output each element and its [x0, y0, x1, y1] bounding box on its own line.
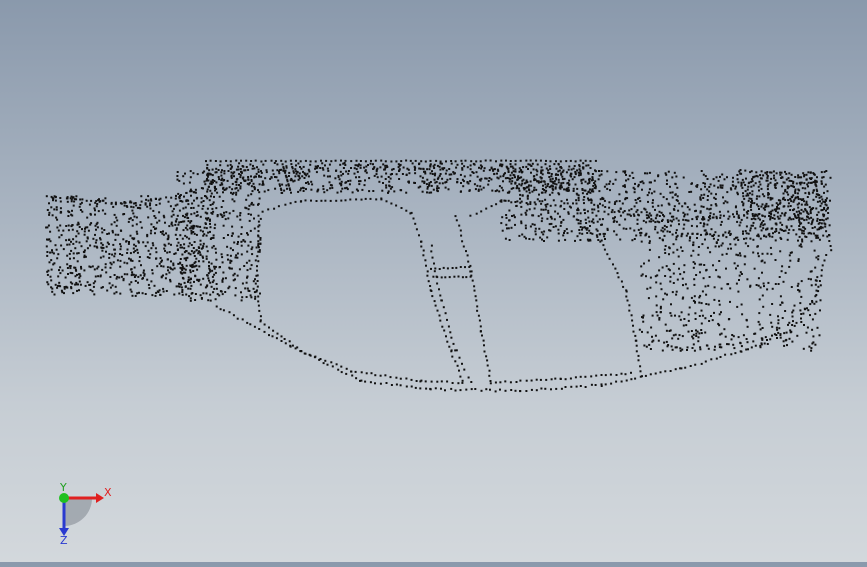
3d-viewport[interactable] [0, 0, 867, 562]
x-arrow-head-icon [96, 493, 104, 503]
y-axis-dot-icon [59, 493, 69, 503]
z-axis-label: Z [60, 534, 68, 546]
x-axis-label: X [104, 486, 112, 499]
y-axis-label: Y [59, 482, 67, 494]
axis-triad: X Y Z [44, 481, 124, 547]
point-cloud-model[interactable] [0, 0, 867, 562]
triad-shadow-icon [64, 498, 92, 526]
